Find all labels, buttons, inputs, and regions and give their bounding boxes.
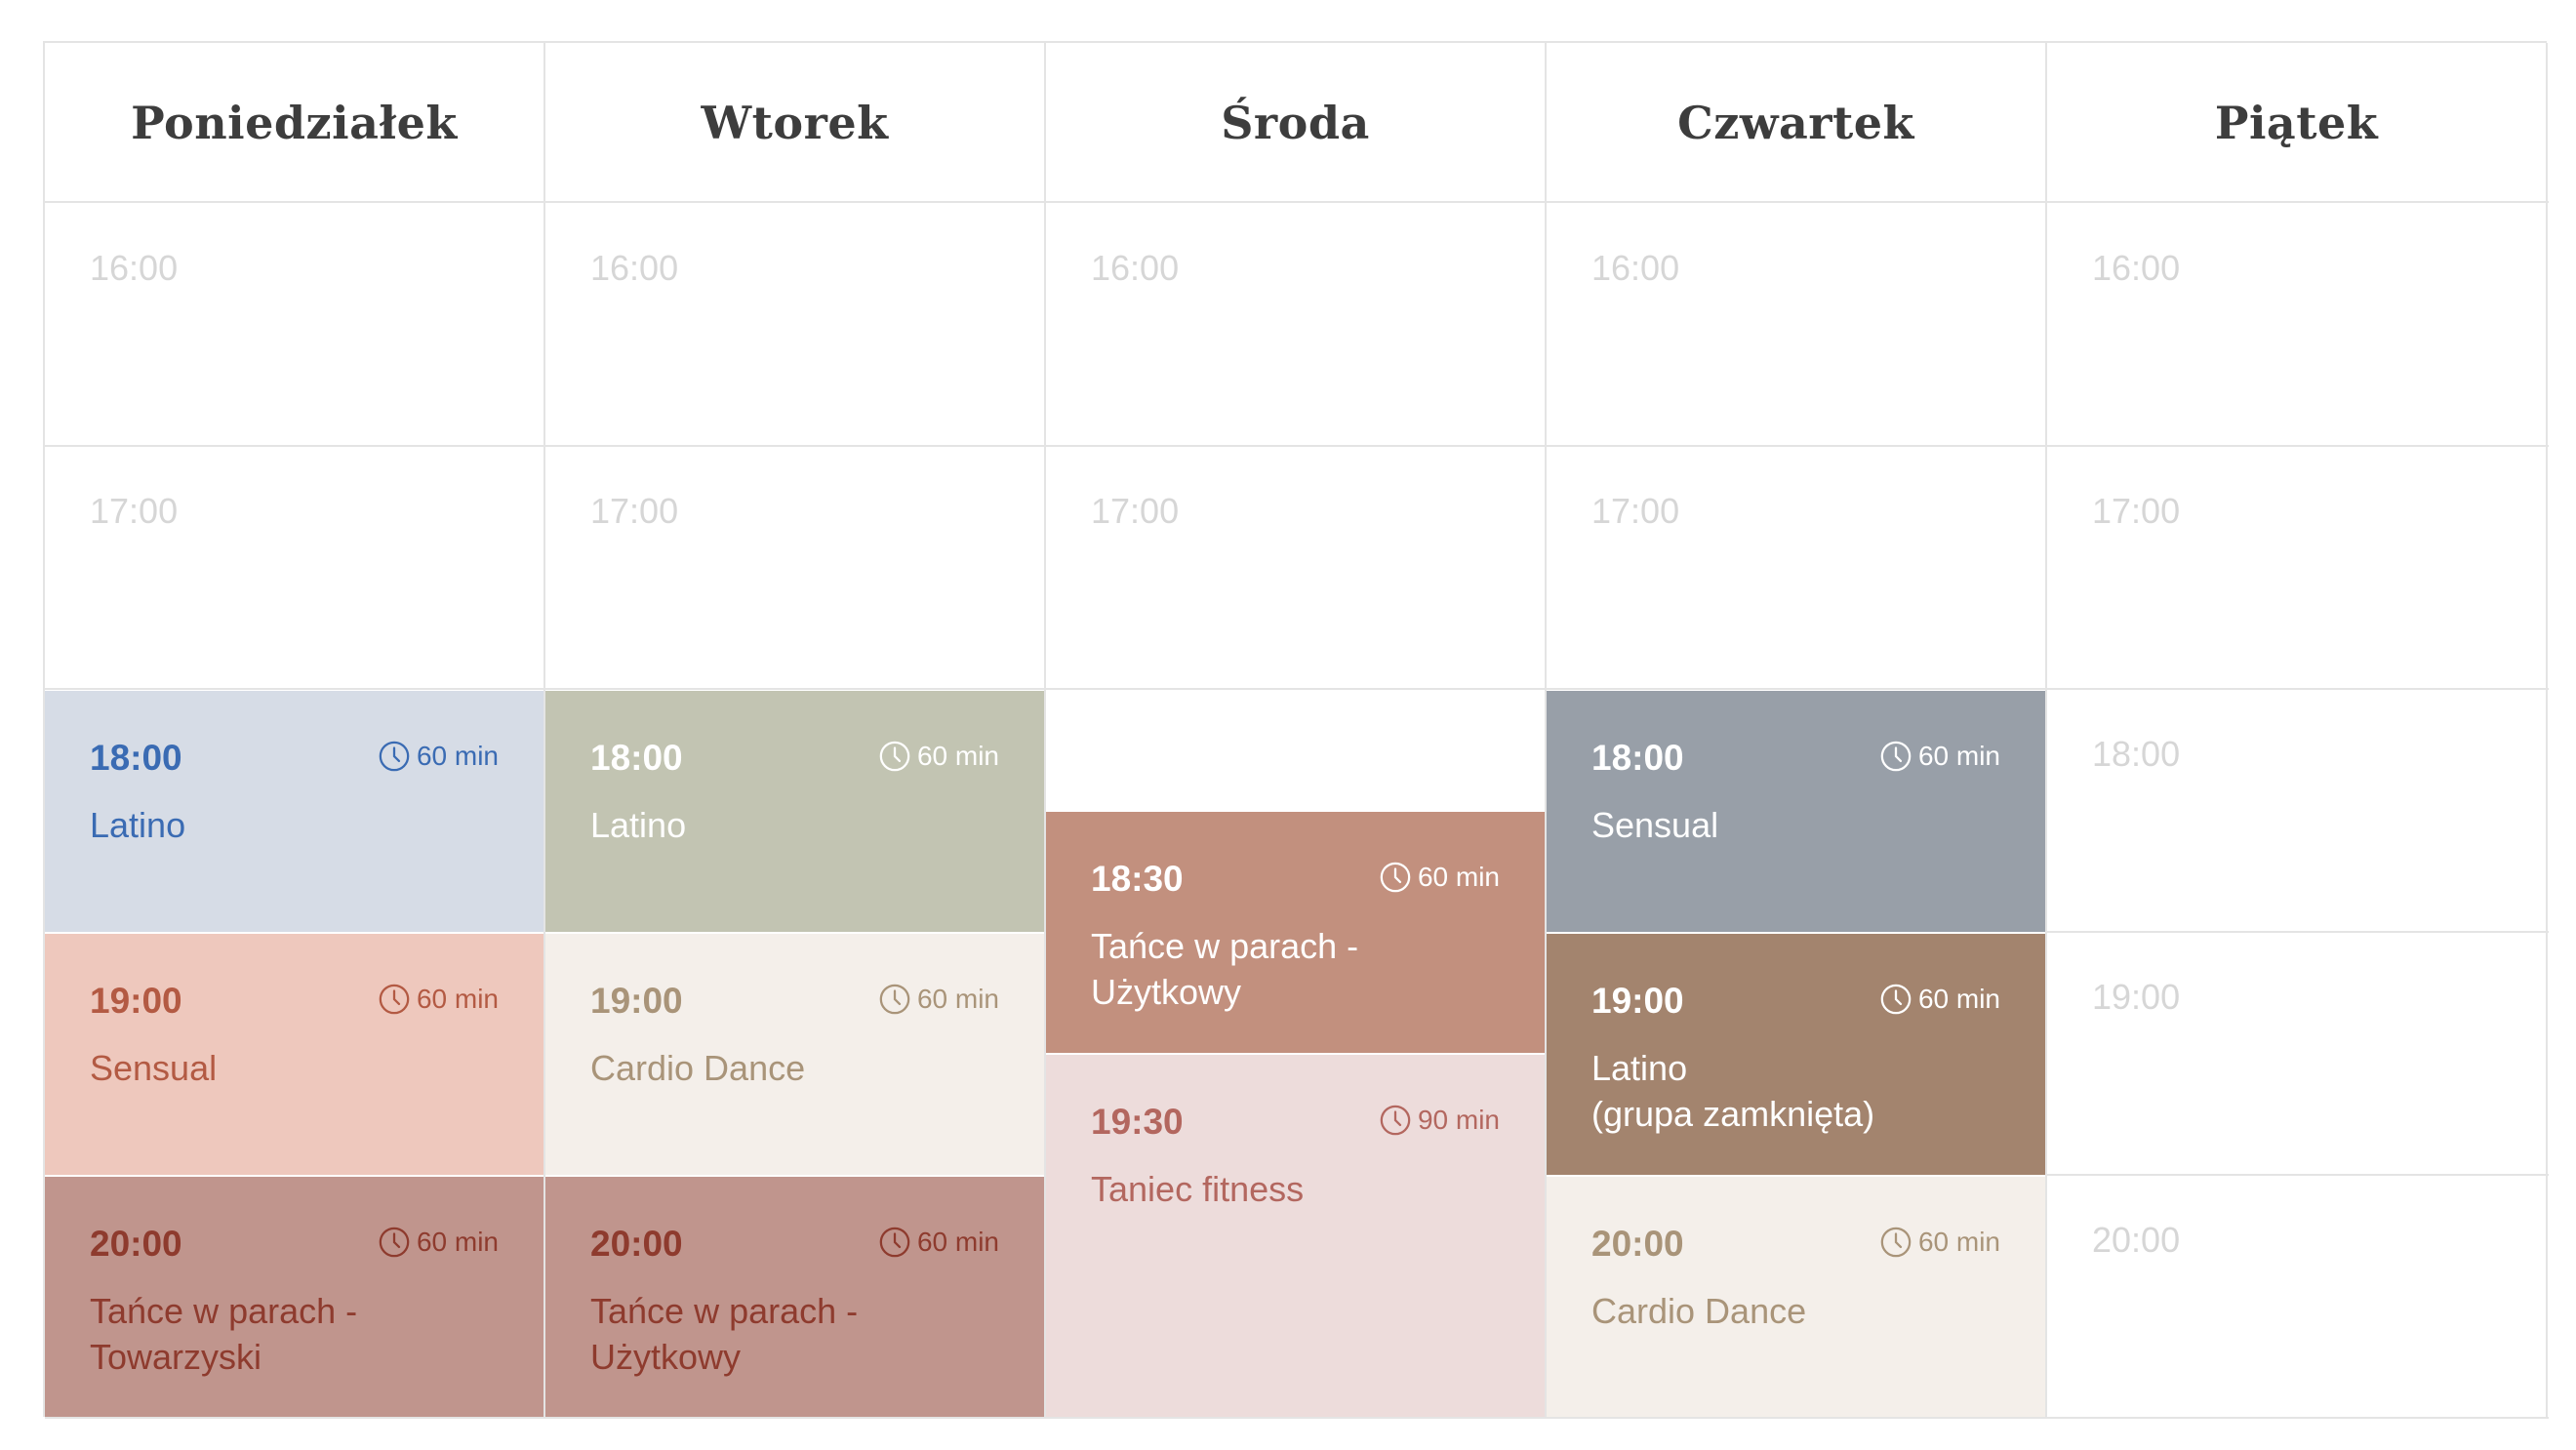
class-name: Latino (grupa zamknięta) xyxy=(1591,1048,1875,1134)
duration-label: 60 min xyxy=(1917,984,2000,1014)
clock-icon xyxy=(1879,1226,1918,1259)
empty-slot-time: 16:00 xyxy=(1591,248,1680,288)
class-duration: 90 min xyxy=(1379,1104,1500,1137)
class-duration: 60 min xyxy=(878,983,999,1016)
row-divider xyxy=(45,1417,2549,1419)
class-duration: 60 min xyxy=(878,1226,999,1259)
class-time: 20:00 xyxy=(90,1224,182,1264)
class-name: Tańce w parach - Użytkowy xyxy=(1091,926,1359,1012)
duration-label: 60 min xyxy=(416,741,499,771)
class-block[interactable]: 19:00 60 min Cardio Dance xyxy=(545,934,1044,1175)
clock-icon xyxy=(1879,983,1918,1016)
class-duration: 60 min xyxy=(878,740,999,773)
empty-slot-time: 18:00 xyxy=(2092,734,2181,774)
timetable-grid: Poniedziałek Wtorek Środa Czwartek Piąte… xyxy=(43,41,2549,1419)
duration-label: 60 min xyxy=(416,984,499,1014)
empty-slot-time: 17:00 xyxy=(590,491,679,531)
class-duration: 60 min xyxy=(378,983,499,1016)
clock-icon xyxy=(1379,1104,1418,1137)
clock-icon xyxy=(878,983,917,1016)
empty-slot-time: 16:00 xyxy=(590,248,679,288)
duration-label: 60 min xyxy=(1917,1227,2000,1257)
column-divider xyxy=(2546,43,2548,1419)
duration-label: 60 min xyxy=(416,1227,499,1257)
class-duration: 60 min xyxy=(1879,983,2000,1016)
class-name: Cardio Dance xyxy=(590,1048,806,1088)
duration-label: 60 min xyxy=(916,741,999,771)
class-block[interactable]: 18:00 60 min Latino xyxy=(545,691,1044,932)
row-divider xyxy=(2045,1174,2549,1176)
clock-icon xyxy=(378,740,417,773)
class-duration: 60 min xyxy=(1379,861,1500,894)
clock-icon xyxy=(878,740,917,773)
empty-slot-time: 17:00 xyxy=(1591,491,1680,531)
class-block[interactable]: 18:00 60 min Latino xyxy=(45,691,543,932)
class-duration: 60 min xyxy=(378,1226,499,1259)
empty-slot-time: 17:00 xyxy=(1091,491,1180,531)
day-header-tuesday: Wtorek xyxy=(701,97,889,149)
row-divider xyxy=(45,688,2549,690)
class-block[interactable]: 20:00 60 min Tańce w parach - Użytkowy xyxy=(545,1177,1044,1417)
class-name: Latino xyxy=(90,805,186,845)
empty-slot-time: 17:00 xyxy=(90,491,179,531)
class-name: Cardio Dance xyxy=(1591,1291,1807,1331)
empty-slot-time: 16:00 xyxy=(2092,248,2181,288)
class-name: Taniec fitness xyxy=(1091,1169,1305,1209)
duration-label: 60 min xyxy=(916,984,999,1014)
column-divider xyxy=(2045,43,2047,1419)
empty-slot-time: 20:00 xyxy=(2092,1220,2181,1260)
class-name: Sensual xyxy=(1591,805,1719,845)
class-name: Sensual xyxy=(90,1048,218,1088)
clock-icon xyxy=(378,1226,417,1259)
clock-icon xyxy=(878,1226,917,1259)
class-time: 20:00 xyxy=(590,1224,683,1264)
class-name: Latino xyxy=(590,805,687,845)
class-time: 18:00 xyxy=(90,738,182,778)
class-block[interactable]: 18:00 60 min Sensual xyxy=(1547,691,2045,932)
class-time: 19:00 xyxy=(590,981,683,1021)
empty-slot-time: 16:00 xyxy=(1091,248,1180,288)
day-header-friday: Piątek xyxy=(2214,97,2379,149)
duration-label: 60 min xyxy=(1917,741,2000,771)
class-time: 18:00 xyxy=(1591,738,1684,778)
clock-icon xyxy=(1379,861,1418,894)
day-header-wednesday: Środa xyxy=(1221,97,1370,149)
class-time: 19:00 xyxy=(1591,981,1684,1021)
clock-icon xyxy=(1879,740,1918,773)
class-duration: 60 min xyxy=(378,740,499,773)
day-header-monday: Poniedziałek xyxy=(131,97,458,149)
class-duration: 60 min xyxy=(1879,1226,2000,1259)
day-header-thursday: Czwartek xyxy=(1677,97,1914,149)
empty-slot-time: 19:00 xyxy=(2092,977,2181,1017)
row-divider xyxy=(45,445,2549,447)
class-time: 18:00 xyxy=(590,738,683,778)
class-name: Tańce w parach - Użytkowy xyxy=(590,1291,859,1377)
empty-slot-time: 16:00 xyxy=(90,248,179,288)
class-block[interactable]: 20:00 60 min Tańce w parach - Towarzyski xyxy=(45,1177,543,1417)
class-time: 19:00 xyxy=(90,981,182,1021)
class-block[interactable]: 18:30 60 min Tańce w parach - Użytkowy xyxy=(1046,812,1545,1053)
duration-label: 60 min xyxy=(916,1227,999,1257)
class-time: 18:30 xyxy=(1091,859,1184,899)
duration-label: 90 min xyxy=(1417,1105,1500,1135)
duration-label: 60 min xyxy=(1417,862,1500,892)
class-time: 20:00 xyxy=(1591,1224,1684,1264)
clock-icon xyxy=(378,983,417,1016)
row-divider xyxy=(2045,931,2549,933)
class-block[interactable]: 20:00 60 min Cardio Dance xyxy=(1547,1177,2045,1417)
class-block[interactable]: 19:00 60 min Sensual xyxy=(45,934,543,1175)
class-duration: 60 min xyxy=(1879,740,2000,773)
class-name: Tańce w parach - Towarzyski xyxy=(90,1291,358,1377)
class-block[interactable]: 19:30 90 min Taniec fitness xyxy=(1046,1055,1545,1417)
empty-slot-time: 17:00 xyxy=(2092,491,2181,531)
class-block[interactable]: 19:00 60 min Latino (grupa zamknięta) xyxy=(1547,934,2045,1175)
class-time: 19:30 xyxy=(1091,1102,1184,1142)
